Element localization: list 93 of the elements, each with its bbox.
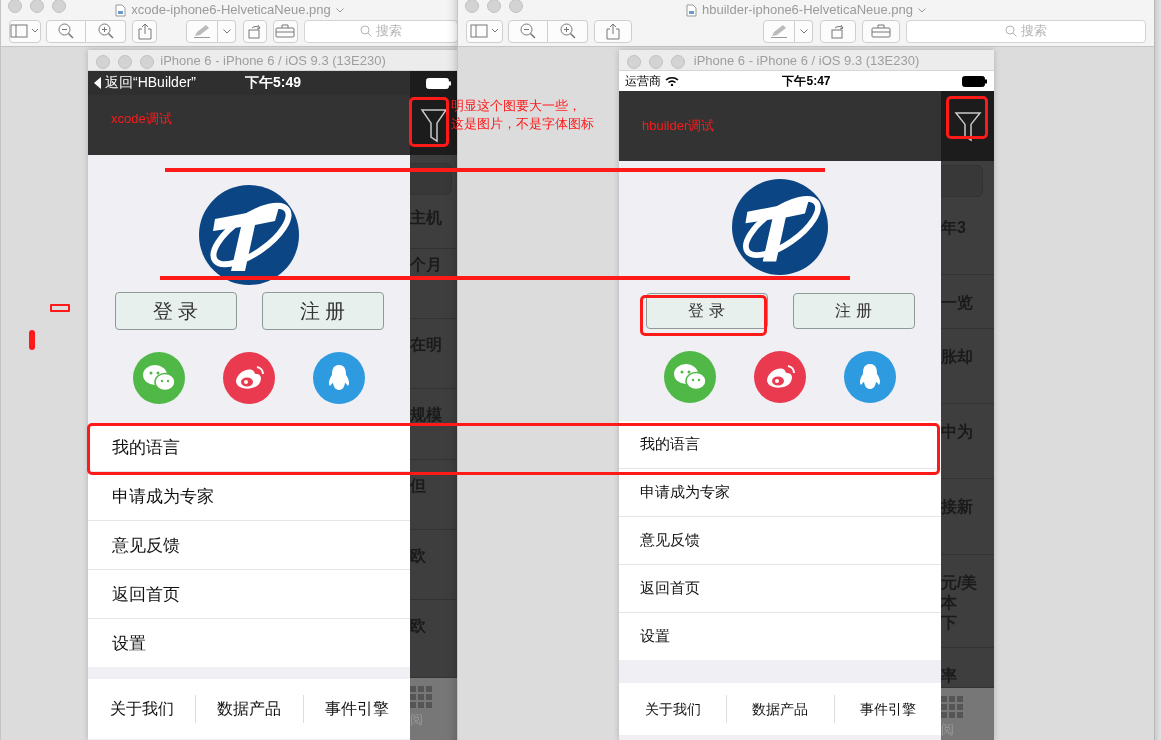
window-control[interactable] [627, 55, 641, 69]
window-control[interactable] [96, 55, 110, 69]
window-control[interactable] [118, 55, 132, 69]
menu-item[interactable]: 设置 [619, 613, 941, 660]
toolbox-icon [871, 24, 891, 38]
zoom-out-button[interactable] [46, 19, 86, 43]
markup-button[interactable] [763, 19, 795, 43]
window-title: xcode-iphone6-HelveticaNeue.png [131, 3, 331, 17]
search-icon [359, 25, 372, 37]
wifi-icon [665, 76, 679, 86]
caret-icon [222, 28, 231, 34]
sidebar-icon [469, 24, 500, 38]
penguin-icon [326, 363, 352, 393]
zoom-in-button[interactable] [548, 19, 588, 43]
battery-icon [426, 77, 452, 89]
bottom-tab[interactable]: 关于我们 [644, 701, 701, 717]
window-control[interactable] [487, 0, 501, 13]
bottom-tab[interactable]: 事件引擎 [324, 700, 389, 717]
social-login-button[interactable] [223, 352, 275, 404]
zoom-in-icon [559, 23, 576, 39]
zoom-out-icon [58, 23, 74, 39]
simulator-title: iPhone 6 - iPhone 6 / iOS 9.3 (13E230) [693, 52, 920, 68]
share-button[interactable] [132, 19, 157, 43]
window-control[interactable] [465, 0, 479, 13]
menu-item[interactable]: 意见反馈 [88, 521, 410, 570]
window-control[interactable] [649, 55, 663, 69]
pen-icon [193, 24, 211, 38]
nav-label: hbuilder调试 [642, 117, 715, 135]
grid-icon [410, 686, 432, 708]
chat-bubbles-icon [673, 363, 707, 391]
status-time: 下午5:49 [245, 74, 301, 92]
zoom-out-button[interactable] [508, 19, 548, 43]
share-button[interactable] [594, 19, 632, 43]
zoom-in-icon [97, 23, 114, 39]
auth-button[interactable]: 注 册 [261, 292, 384, 330]
back-link[interactable]: 返回“HBuilder” [105, 74, 196, 92]
rotate-button[interactable] [243, 19, 267, 43]
caret-icon [918, 7, 926, 13]
auth-button[interactable]: 登 录 [114, 292, 237, 330]
social-login-button[interactable] [313, 352, 365, 404]
status-time: 下午5:47 [782, 72, 831, 90]
window-control[interactable] [8, 0, 22, 13]
markup-menu-button[interactable] [795, 19, 813, 43]
penguin-icon [857, 362, 883, 392]
social-login-button[interactable] [133, 352, 185, 404]
share-icon [606, 22, 620, 40]
search-icon [1005, 25, 1017, 37]
sidebar-icon [10, 24, 40, 38]
bottom-tab[interactable]: 关于我们 [109, 700, 174, 717]
menu-item[interactable]: 设置 [88, 619, 410, 667]
sidebar-toggle-button[interactable] [9, 19, 41, 43]
toolbox-button[interactable] [272, 19, 298, 43]
bottom-tab[interactable]: 数据产品 [217, 700, 282, 717]
logo-icon [199, 185, 299, 285]
logo-icon [732, 179, 828, 275]
caret-icon [799, 28, 808, 34]
annotation-box [946, 96, 988, 139]
annotation-mark [50, 304, 70, 312]
chat-bubbles-icon [142, 364, 176, 392]
sidebar-toggle-button[interactable] [466, 19, 503, 43]
social-login-button[interactable] [754, 351, 806, 403]
window-control[interactable] [509, 0, 523, 13]
simulator-title: iPhone 6 - iPhone 6 / iOS 9.3 (13E230) [160, 52, 386, 68]
social-login-button[interactable] [664, 351, 716, 403]
rotate-icon [830, 23, 846, 39]
grid-icon [941, 696, 963, 718]
filter-icon [953, 110, 982, 142]
pen-icon [770, 24, 788, 38]
window-control[interactable] [671, 55, 685, 69]
zoom-out-icon [520, 23, 536, 39]
caret-icon [335, 7, 344, 13]
bottom-tab[interactable]: 数据产品 [752, 701, 809, 717]
nav-label: xcode调试 [111, 110, 172, 128]
rotate-button[interactable] [820, 19, 856, 43]
window-control[interactable] [52, 0, 66, 13]
toolbox-icon [275, 24, 296, 38]
annotation-box [409, 97, 449, 147]
zoom-in-button[interactable] [86, 19, 126, 43]
battery-icon [962, 75, 988, 87]
markup-menu-button[interactable] [218, 19, 236, 43]
filter-icon [420, 107, 448, 143]
window-control[interactable] [30, 0, 44, 13]
auth-button[interactable]: 注 册 [792, 293, 915, 329]
window-title: hbuilder-iphone6-HelveticaNeue.png [702, 3, 913, 17]
annotation-mark [29, 330, 35, 350]
social-login-button[interactable] [844, 351, 896, 403]
rotate-icon [246, 23, 263, 39]
window-control[interactable] [140, 55, 154, 69]
carrier-name: 运营商 [625, 72, 661, 90]
share-icon [137, 22, 152, 40]
bottom-tab[interactable]: 事件引擎 [859, 701, 916, 717]
toolbox-button[interactable] [862, 19, 900, 43]
markup-button[interactable] [186, 19, 218, 43]
